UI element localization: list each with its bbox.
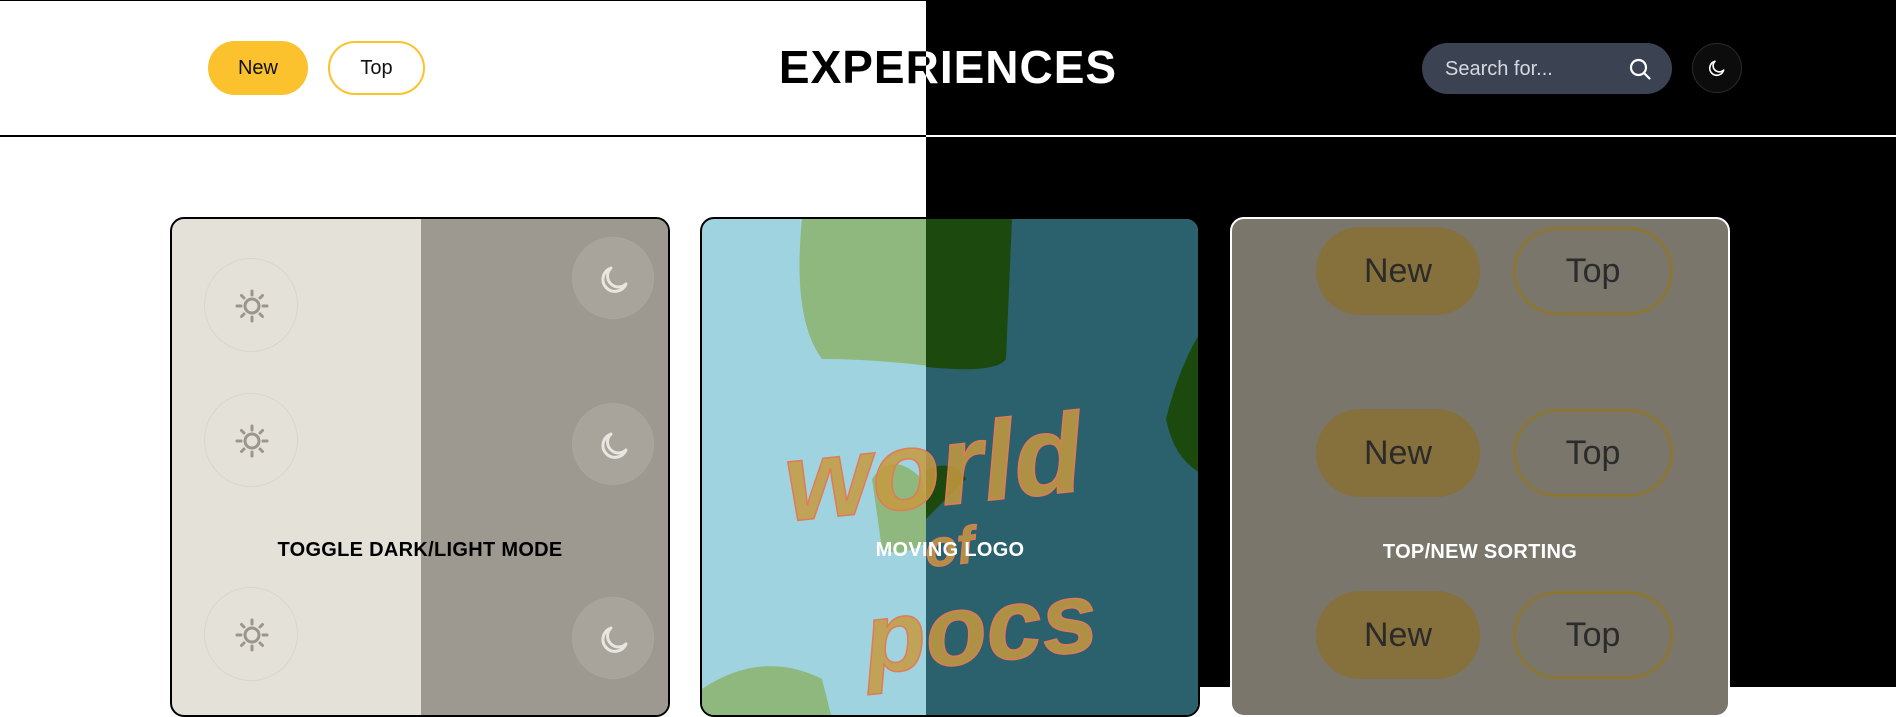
card-title: TOGGLE DARK/LIGHT MODE bbox=[277, 539, 563, 561]
moon-icon bbox=[572, 597, 654, 679]
preview-new-pill: New bbox=[1316, 227, 1480, 315]
page-title: EXPERIENCES bbox=[778, 41, 926, 93]
theme-toggle-button[interactable] bbox=[1692, 43, 1742, 93]
world-of-pocs-logo: world of pocs bbox=[777, 389, 1103, 697]
svg-text:pocs: pocs bbox=[856, 560, 1103, 696]
preview-new-pill: New bbox=[1316, 591, 1480, 679]
preview-new-pill: New bbox=[1316, 409, 1480, 497]
experience-card-sorting[interactable]: New Top New Top New Top TOP/NEW SORTING bbox=[1230, 217, 1730, 717]
preview-top-pill: Top bbox=[1513, 227, 1673, 315]
search-icon[interactable] bbox=[1628, 57, 1652, 81]
sun-icon bbox=[204, 258, 298, 352]
experience-card-toggle-mode[interactable]: TOGGLE DARK/LIGHT MODE bbox=[170, 217, 670, 717]
card-title: TOP/NEW SORTING bbox=[1382, 541, 1578, 563]
moon-icon bbox=[572, 237, 654, 319]
title-light-part: EXPERIENCES bbox=[0, 0, 926, 140]
preview-top-pill: Top bbox=[1513, 409, 1673, 497]
search-input[interactable] bbox=[1443, 43, 1626, 96]
preview-top-pill: Top bbox=[1513, 591, 1673, 679]
moon-icon bbox=[1708, 60, 1725, 77]
sun-icon bbox=[204, 587, 298, 681]
search-box bbox=[1422, 43, 1672, 96]
page-title-dark: EXPERIENCES bbox=[926, 41, 1118, 93]
sun-icon bbox=[204, 393, 298, 487]
moon-icon bbox=[572, 403, 654, 485]
experience-card-moving-logo[interactable]: world of pocs MOVING LOGO bbox=[700, 217, 1200, 717]
card-title: MOVING LOGO bbox=[875, 539, 1025, 561]
title-dark-part: EXPERIENCES bbox=[926, 0, 1896, 140]
